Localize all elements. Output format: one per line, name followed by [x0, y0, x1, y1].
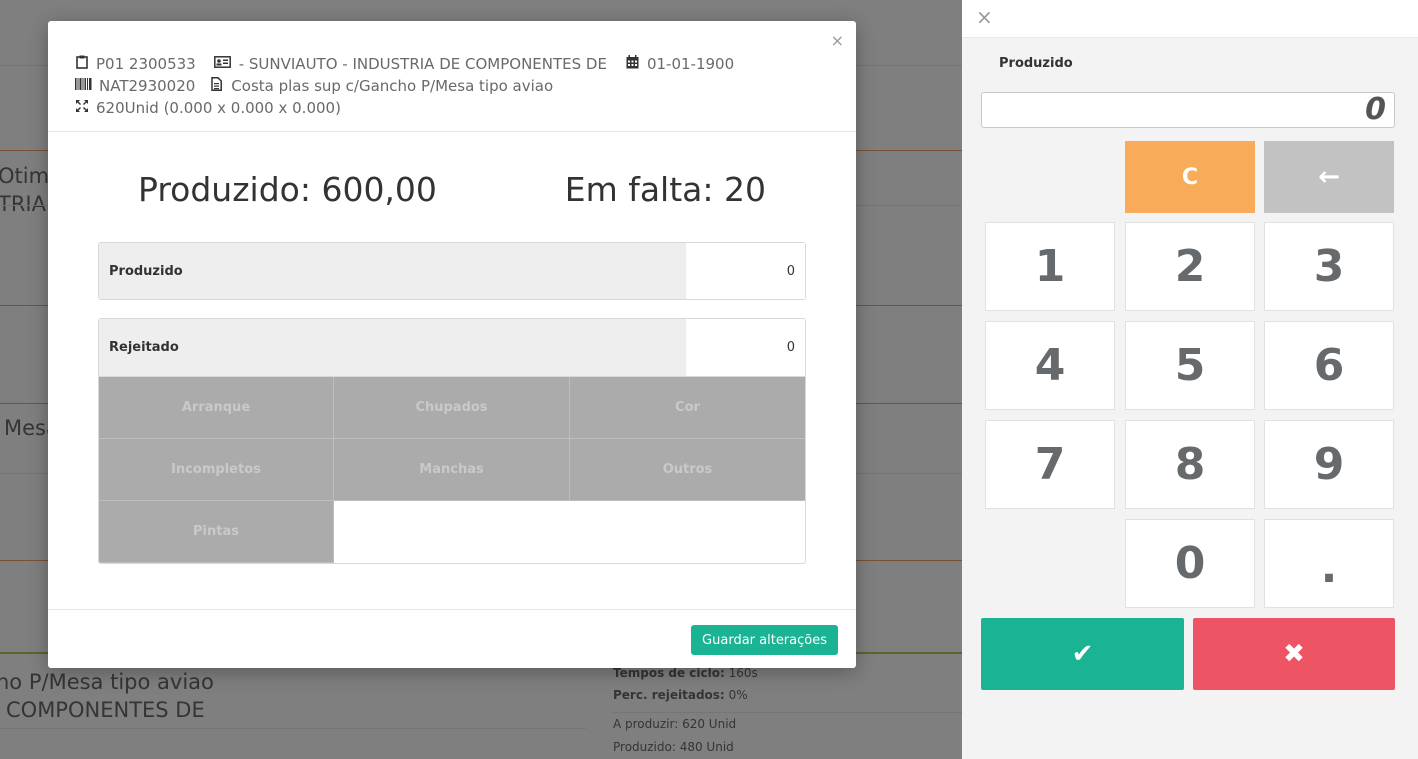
production-summary: Produzido: 600,00 Em falta: 20 [98, 132, 806, 242]
key-1-button[interactable]: 1 [985, 222, 1115, 311]
close-icon: ✖ [1283, 639, 1305, 669]
rejected-label: Rejeitado [99, 319, 686, 376]
reason-outros-button[interactable]: Outros [570, 439, 805, 501]
id-card-icon [214, 56, 232, 72]
produced-value[interactable]: 0 [686, 243, 805, 299]
produced-summary: Produzido: 600,00 [138, 170, 437, 209]
key-7-button[interactable]: 7 [985, 420, 1115, 509]
order-date: 01-01-1900 [646, 55, 735, 73]
keypad-close-button[interactable]: × [976, 5, 993, 29]
key-2-button[interactable]: 2 [1125, 222, 1255, 311]
backspace-button[interactable]: ← [1264, 141, 1394, 213]
client-name: - SUNVIAUTO - INDUSTRIA DE COMPONENTES D… [238, 55, 607, 73]
production-modal: × P01 2300533 - SUNVIAUTO - INDUSTRIA DE… [48, 21, 856, 668]
reason-manchas-button[interactable]: Manchas [334, 439, 570, 501]
save-changes-button[interactable]: Guardar alterações [691, 625, 838, 655]
quantity-info-line: 620Unid (0.000 x 0.000 x 0.000) [74, 97, 830, 119]
produced-label: Produzido [99, 243, 686, 299]
keypad-title: Produzido [999, 56, 1073, 71]
reject-reasons-grid: Arranque Chupados Cor Incompletos Mancha… [99, 377, 805, 563]
modal-footer: Guardar alterações [48, 609, 856, 668]
clipboard-icon [74, 55, 89, 73]
reason-pintas-button[interactable]: Pintas [99, 501, 334, 563]
keypad-top-bar: × [962, 0, 1418, 38]
missing-summary: Em falta: 20 [564, 170, 766, 209]
key-6-button[interactable]: 6 [1264, 321, 1394, 410]
check-icon: ✔ [1071, 639, 1094, 669]
confirm-button[interactable]: ✔ [981, 618, 1184, 690]
order-info-line: P01 2300533 - SUNVIAUTO - INDUSTRIA DE C… [74, 53, 830, 75]
key-0-button[interactable]: 0 [1125, 519, 1255, 608]
reason-incompletos-button[interactable]: Incompletos [99, 439, 334, 501]
keypad-display[interactable]: 0 [981, 92, 1395, 128]
reason-cor-button[interactable]: Cor [570, 377, 805, 439]
barcode-icon [74, 78, 92, 94]
rejected-field[interactable]: Rejeitado 0 [99, 319, 805, 377]
modal-header: P01 2300533 - SUNVIAUTO - INDUSTRIA DE C… [48, 21, 856, 132]
order-number: P01 2300533 [96, 55, 196, 73]
produced-field[interactable]: Produzido 0 [98, 242, 806, 300]
product-info-line: NAT2930020 Costa plas sup c/Gancho P/Mes… [74, 75, 830, 97]
calendar-icon [625, 55, 640, 73]
key-3-button[interactable]: 3 [1264, 222, 1394, 311]
key-4-button[interactable]: 4 [985, 321, 1115, 410]
rejected-value[interactable]: 0 [686, 319, 805, 376]
keypad-panel: × Produzido 0 C ← 1 2 3 4 5 6 7 8 9 0 . … [962, 0, 1418, 759]
modal-body: Produzido: 600,00 Em falta: 20 Produzido… [48, 132, 856, 564]
product-description: Costa plas sup c/Gancho P/Mesa tipo avia… [231, 77, 554, 95]
key-9-button[interactable]: 9 [1264, 420, 1394, 509]
key-decimal-button[interactable]: . [1264, 519, 1394, 608]
expand-icon [74, 99, 89, 117]
clear-button[interactable]: C [1125, 141, 1255, 213]
quantity-dimensions: 620Unid (0.000 x 0.000 x 0.000) [96, 99, 341, 117]
product-code: NAT2930020 [99, 77, 196, 95]
rejected-section: Rejeitado 0 Arranque Chupados Cor Incomp… [98, 318, 806, 564]
key-8-button[interactable]: 8 [1125, 420, 1255, 509]
reason-chupados-button[interactable]: Chupados [334, 377, 570, 439]
modal-close-button[interactable]: × [831, 31, 844, 50]
file-text-icon [209, 77, 224, 95]
reason-arranque-button[interactable]: Arranque [99, 377, 334, 439]
key-5-button[interactable]: 5 [1125, 321, 1255, 410]
cancel-button[interactable]: ✖ [1193, 618, 1395, 690]
